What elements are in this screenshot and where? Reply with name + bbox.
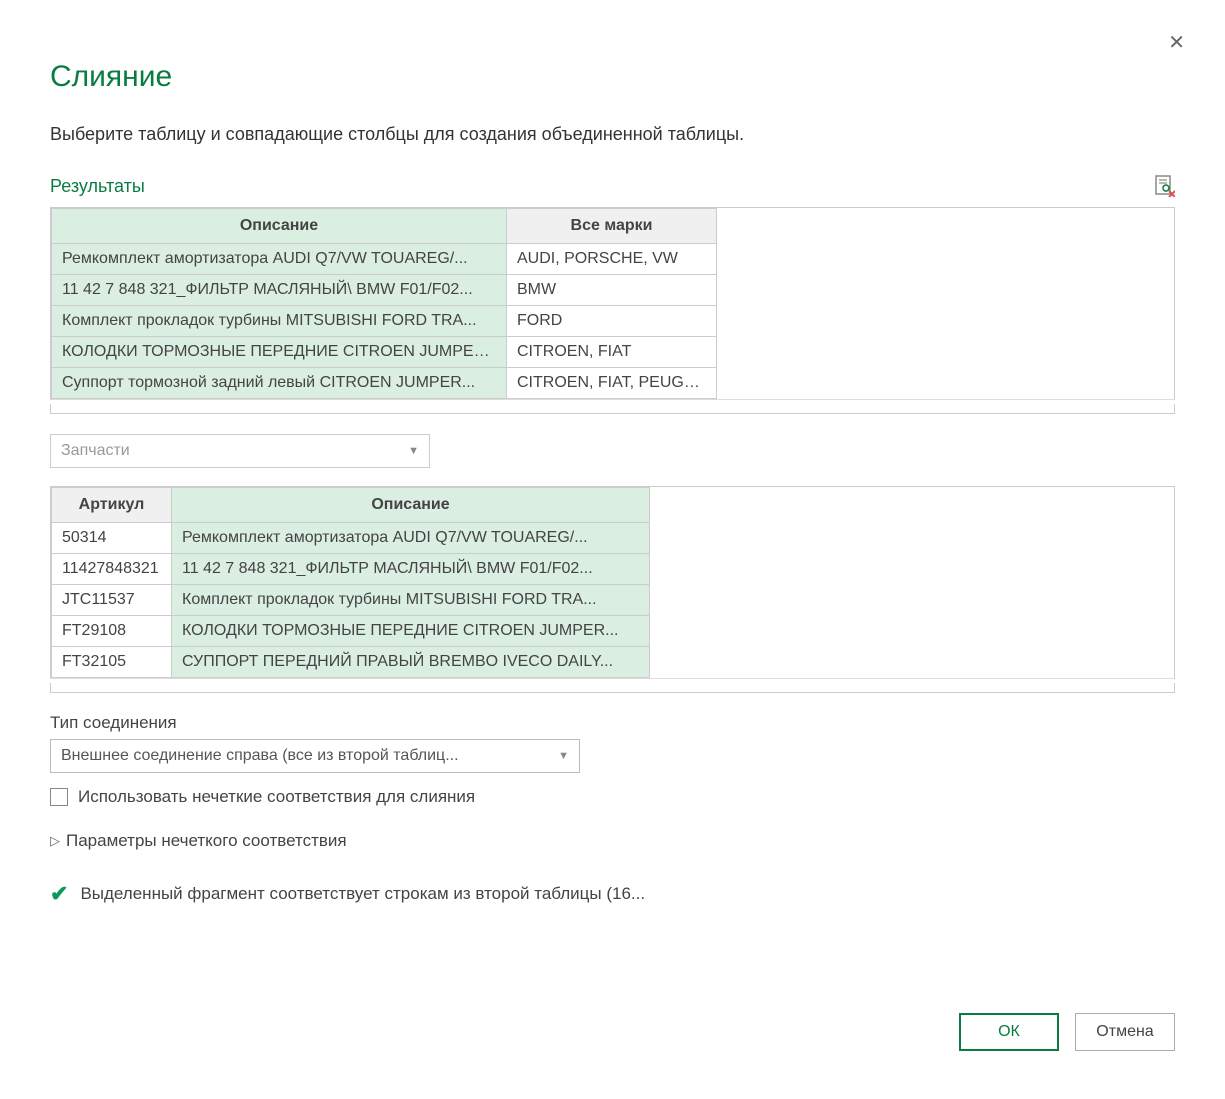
cell-article[interactable]: FT29108 [52,616,172,647]
fuzzy-match-label: Использовать нечеткие соответствия для с… [78,787,475,807]
chevron-down-icon: ▼ [558,750,569,762]
cell-description[interactable]: КОЛОДКИ ТОРМОЗНЫЕ ПЕРЕДНИЕ CITROEN JUMPE… [52,337,507,368]
chevron-down-icon: ▼ [408,445,419,457]
join-type-dropdown[interactable]: Внешнее соединение справа (все из второй… [50,739,580,773]
dialog-title: Слияние [50,60,1175,94]
cell-brands[interactable]: CITROEN, FIAT, PEUGEOT [507,368,717,399]
join-type-label: Тип соединения [50,713,1175,733]
column-header-description[interactable]: Описание [52,209,507,244]
second-table-preview[interactable]: Артикул Описание 50314Ремкомплект аморти… [50,486,1175,679]
fuzzy-params-label: Параметры нечеткого соответствия [66,831,347,851]
checkmark-icon: ✔ [50,881,68,907]
close-icon[interactable]: ✕ [1168,30,1185,55]
second-table-value: Запчасти [61,442,130,460]
table-row[interactable]: КОЛОДКИ ТОРМОЗНЫЕ ПЕРЕДНИЕ CITROEN JUMPE… [52,337,717,368]
cell-description[interactable]: 11 42 7 848 321_ФИЛЬТР МАСЛЯНЫЙ\ BMW F01… [172,554,650,585]
results-label: Результаты [50,176,145,197]
cell-article[interactable]: 11427848321 [52,554,172,585]
table-row[interactable]: 11 42 7 848 321_ФИЛЬТР МАСЛЯНЫЙ\ BMW F01… [52,275,717,306]
match-status-text: Выделенный фрагмент соответствует строка… [80,884,645,904]
table-header-row[interactable]: Описание Все марки [52,209,717,244]
table-header-row[interactable]: Артикул Описание [52,488,650,523]
cell-description[interactable]: 11 42 7 848 321_ФИЛЬТР МАСЛЯНЫЙ\ BMW F01… [52,275,507,306]
table-row[interactable]: JTC11537Комплект прокладок турбины MITSU… [52,585,650,616]
table-scroll-area [50,404,1175,414]
cancel-button[interactable]: Отмена [1075,1013,1175,1051]
table-row[interactable]: FT29108КОЛОДКИ ТОРМОЗНЫЕ ПЕРЕДНИЕ CITROE… [52,616,650,647]
ok-button[interactable]: ОК [959,1013,1059,1051]
cell-description[interactable]: Ремкомплект амортизатора AUDI Q7/VW TOUA… [52,244,507,275]
table-scroll-area [50,683,1175,693]
column-header-brands[interactable]: Все марки [507,209,717,244]
cell-description[interactable]: КОЛОДКИ ТОРМОЗНЫЕ ПЕРЕДНИЕ CITROEN JUMPE… [172,616,650,647]
table-row[interactable]: Ремкомплект амортизатора AUDI Q7/VW TOUA… [52,244,717,275]
cell-description[interactable]: Суппорт тормозной задний левый CITROEN J… [52,368,507,399]
refresh-remove-icon[interactable] [1155,175,1175,197]
table-row[interactable]: 50314Ремкомплект амортизатора AUDI Q7/VW… [52,523,650,554]
cell-brands[interactable]: BMW [507,275,717,306]
second-table-dropdown[interactable]: Запчасти ▼ [50,434,430,468]
cell-article[interactable]: FT32105 [52,647,172,678]
column-header-article[interactable]: Артикул [52,488,172,523]
cell-brands[interactable]: FORD [507,306,717,337]
fuzzy-match-checkbox[interactable] [50,788,68,806]
cell-description[interactable]: Комплект прокладок турбины MITSUBISHI FO… [172,585,650,616]
column-header-description[interactable]: Описание [172,488,650,523]
table-row[interactable]: Комплект прокладок турбины MITSUBISHI FO… [52,306,717,337]
chevron-right-icon: ▷ [50,833,60,849]
table-row[interactable]: Суппорт тормозной задний левый CITROEN J… [52,368,717,399]
cell-description[interactable]: СУППОРТ ПЕРЕДНИЙ ПРАВЫЙ BREMBO IVECO DAI… [172,647,650,678]
table-row[interactable]: 1142784832111 42 7 848 321_ФИЛЬТР МАСЛЯН… [52,554,650,585]
cell-article[interactable]: 50314 [52,523,172,554]
dialog-subtitle: Выберите таблицу и совпадающие столбцы д… [50,124,1175,145]
table-row[interactable]: FT32105СУППОРТ ПЕРЕДНИЙ ПРАВЫЙ BREMBO IV… [52,647,650,678]
fuzzy-params-expander[interactable]: ▷ Параметры нечеткого соответствия [50,831,1175,851]
merge-dialog: ✕ Слияние Выберите таблицу и совпадающие… [0,0,1225,1099]
join-type-value: Внешнее соединение справа (все из второй… [61,747,459,765]
cell-brands[interactable]: CITROEN, FIAT [507,337,717,368]
cell-article[interactable]: JTC11537 [52,585,172,616]
cell-description[interactable]: Комплект прокладок турбины MITSUBISHI FO… [52,306,507,337]
cell-brands[interactable]: AUDI, PORSCHE, VW [507,244,717,275]
cell-description[interactable]: Ремкомплект амортизатора AUDI Q7/VW TOUA… [172,523,650,554]
first-table-preview[interactable]: Описание Все марки Ремкомплект амортизат… [50,207,1175,400]
